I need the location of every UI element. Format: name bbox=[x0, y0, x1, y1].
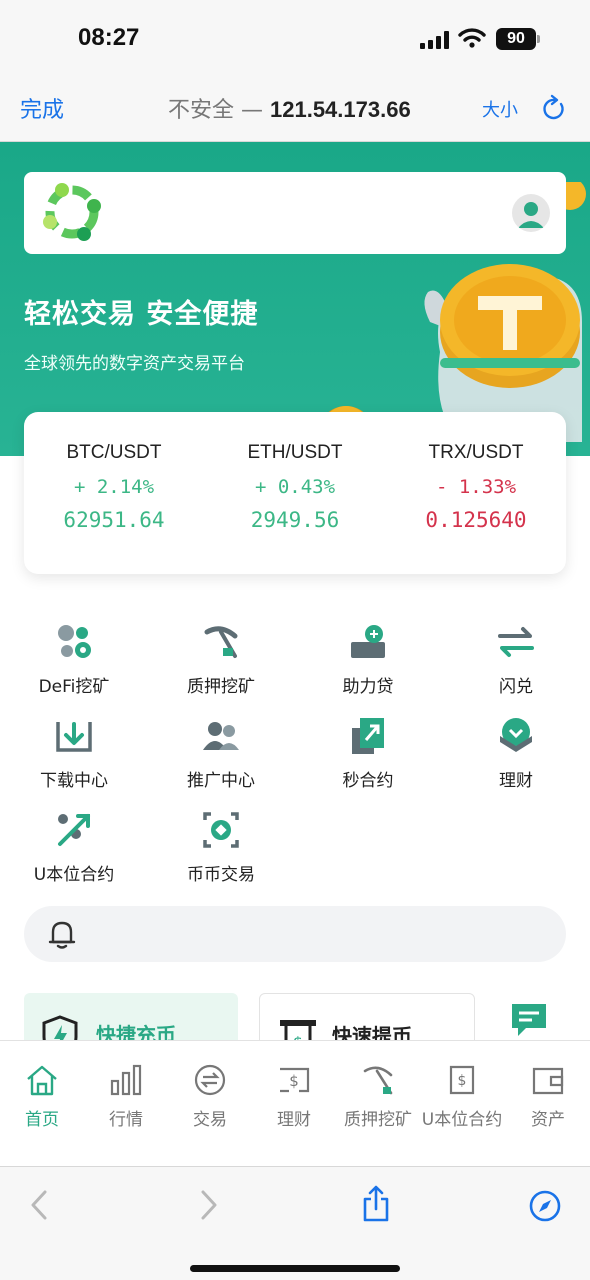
pickaxe-icon bbox=[204, 626, 238, 658]
nav-label: 行情 bbox=[109, 1110, 143, 1130]
reload-icon[interactable] bbox=[540, 94, 566, 122]
header-card bbox=[24, 172, 566, 254]
feature-flash-swap[interactable]: 闪兑 bbox=[451, 622, 581, 697]
feature-label: 下载中心 bbox=[40, 771, 108, 791]
finance-icon bbox=[500, 718, 532, 752]
home-icon bbox=[27, 1065, 57, 1096]
nav-label: 理财 bbox=[277, 1110, 311, 1130]
url-text: 121.54.173.66 bbox=[270, 97, 411, 122]
feature-label: 秒合约 bbox=[342, 771, 394, 791]
ticker-eth[interactable]: ETH/USDT + 0.43% 2949.56 bbox=[205, 442, 385, 532]
ticker-trx[interactable]: TRX/USDT - 1.33% 0.125640 bbox=[386, 442, 566, 532]
nav-trade[interactable]: 交易 bbox=[168, 1063, 252, 1131]
text-size-button[interactable]: 大小 bbox=[482, 96, 518, 122]
ticker-price: 2949.56 bbox=[250, 508, 340, 532]
feature-staking-mining[interactable]: 质押挖矿 bbox=[156, 622, 286, 697]
contract-icon bbox=[352, 718, 384, 754]
feature-label: 理财 bbox=[499, 771, 533, 791]
nav-market[interactable]: 行情 bbox=[84, 1063, 168, 1131]
feature-label: U本位合约 bbox=[33, 865, 115, 885]
feature-download-center[interactable]: 下载中心 bbox=[9, 716, 139, 791]
ticker-price: 62951.64 bbox=[63, 508, 165, 532]
swap-arrows-icon bbox=[498, 627, 534, 657]
forward-arrow-icon[interactable] bbox=[198, 1189, 220, 1221]
ticker-change: + 2.14% bbox=[73, 476, 155, 498]
back-arrow-icon[interactable] bbox=[28, 1189, 50, 1221]
compass-icon[interactable] bbox=[528, 1189, 562, 1223]
nav-label: 交易 bbox=[193, 1110, 227, 1130]
feature-coin-trading[interactable]: 币币交易 bbox=[156, 810, 286, 885]
hero-banner: 轻松交易 安全便捷 全球领先的数字资产交易平台 bbox=[0, 142, 590, 456]
bell-icon bbox=[48, 921, 76, 949]
feature-defi-mining[interactable]: DeFi挖矿 bbox=[9, 622, 139, 697]
wifi-icon bbox=[458, 28, 486, 48]
svg-text:$: $ bbox=[458, 1073, 467, 1089]
feature-promotion-center[interactable]: 推广中心 bbox=[156, 716, 286, 791]
nav-label: 首页 bbox=[25, 1110, 59, 1130]
dollar-card-icon: $ bbox=[280, 1067, 310, 1093]
loan-icon bbox=[351, 625, 385, 658]
feature-finance[interactable]: 理财 bbox=[451, 716, 581, 791]
feature-label: 助力贷 bbox=[342, 677, 394, 697]
bar-chart-icon bbox=[110, 1064, 142, 1096]
svg-text:$: $ bbox=[289, 1072, 299, 1090]
notice-bar[interactable] bbox=[24, 906, 566, 962]
nav-u-contract[interactable]: $ U本位合约 bbox=[420, 1063, 504, 1131]
dollar-exchange-icon: $ bbox=[449, 1065, 475, 1095]
trade-icon bbox=[194, 1064, 226, 1096]
feature-label: 质押挖矿 bbox=[187, 677, 255, 697]
nav-staking-mining[interactable]: 质押挖矿 bbox=[336, 1063, 420, 1131]
status-time: 08:27 bbox=[78, 24, 140, 51]
ticker-pair: TRX/USDT bbox=[428, 442, 524, 463]
market-ticker-card: BTC/USDT + 2.14% 62951.64 ETH/USDT + 0.4… bbox=[24, 412, 566, 574]
browser-toolbar bbox=[0, 1166, 590, 1280]
feature-label: 闪兑 bbox=[499, 677, 533, 697]
bottom-nav: 首页 行情 交易 $ 理财 质押挖矿 $ U本位合约 资产 bbox=[0, 1040, 590, 1166]
coin-exchange-icon bbox=[203, 812, 239, 848]
nav-assets[interactable]: 资产 bbox=[506, 1063, 590, 1131]
home-indicator bbox=[190, 1265, 400, 1272]
users-icon bbox=[203, 722, 239, 750]
ticker-change: + 0.43% bbox=[254, 476, 336, 498]
defi-mining-icon bbox=[58, 625, 91, 658]
nav-label: U本位合约 bbox=[421, 1110, 503, 1130]
nav-label: 质押挖矿 bbox=[344, 1110, 412, 1130]
ticker-btc[interactable]: BTC/USDT + 2.14% 62951.64 bbox=[24, 442, 204, 532]
pickaxe-icon bbox=[363, 1066, 393, 1095]
ticker-change: - 1.33% bbox=[435, 476, 517, 498]
cellular-signal-icon bbox=[420, 31, 450, 49]
browser-address-bar: 完成 不安全 — 121.54.173.66 大小 bbox=[0, 78, 590, 142]
feature-second-contract[interactable]: 秒合约 bbox=[303, 716, 433, 791]
feature-label: 推广中心 bbox=[187, 771, 255, 791]
nav-label: 资产 bbox=[531, 1110, 565, 1130]
logo-icon[interactable] bbox=[40, 180, 104, 244]
address-field[interactable]: 不安全 — 121.54.173.66 bbox=[168, 92, 411, 124]
done-button[interactable]: 完成 bbox=[20, 92, 64, 124]
chat-support-icon[interactable] bbox=[510, 1002, 548, 1040]
hero-title: 轻松交易 安全便捷 bbox=[24, 299, 259, 330]
feature-label: 币币交易 bbox=[187, 865, 255, 885]
percent-trend-icon bbox=[58, 814, 90, 846]
nav-home[interactable]: 首页 bbox=[0, 1063, 84, 1131]
feature-label: DeFi挖矿 bbox=[38, 677, 110, 697]
ticker-price: 0.125640 bbox=[425, 508, 527, 532]
hero-subtitle: 全球领先的数字资产交易平台 bbox=[24, 354, 245, 374]
battery-indicator: 90 bbox=[496, 28, 540, 50]
nav-finance[interactable]: $ 理财 bbox=[252, 1063, 336, 1131]
avatar[interactable] bbox=[512, 194, 550, 232]
download-icon bbox=[56, 722, 92, 752]
ticker-pair: ETH/USDT bbox=[247, 442, 343, 463]
wallet-icon bbox=[532, 1067, 564, 1095]
feature-loan[interactable]: 助力贷 bbox=[303, 622, 433, 697]
app-root: 08:27 90 完成 不安全 — 121.54.173.66 大小 轻松交易 … bbox=[0, 0, 590, 1280]
status-bar: 08:27 90 bbox=[0, 0, 590, 78]
share-icon[interactable] bbox=[362, 1185, 390, 1223]
ticker-pair: BTC/USDT bbox=[66, 442, 162, 463]
feature-u-contract[interactable]: U本位合约 bbox=[9, 810, 139, 885]
security-label: 不安全 — bbox=[168, 98, 263, 123]
user-icon bbox=[518, 202, 544, 228]
